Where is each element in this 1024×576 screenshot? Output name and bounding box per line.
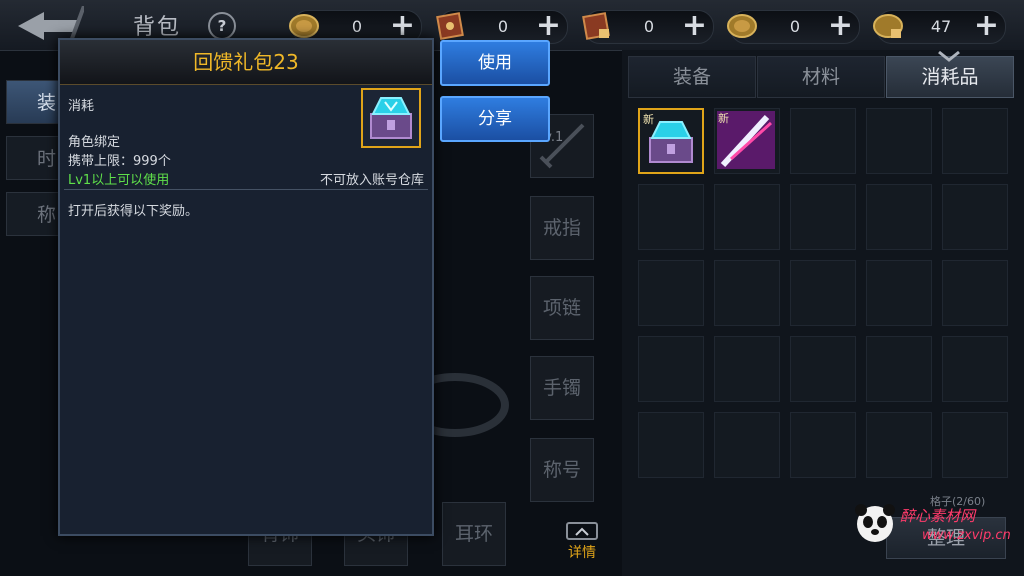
add-currency-button[interactable]: + <box>974 10 999 42</box>
currency-value: 0 <box>497 17 509 36</box>
item-detail-popup: 回馈礼包23 消耗 角色绑定 携带上限：999个 Lv1以上可以使用 不可放入账… <box>58 38 434 536</box>
tab-materials[interactable]: 材料 <box>757 56 885 98</box>
empty-slot[interactable] <box>714 412 780 478</box>
item-level-requirement: Lv1以上可以使用 <box>68 173 170 188</box>
equip-slot-bracelet[interactable]: 手镯 <box>530 356 594 420</box>
currency-coin: 0 + <box>727 10 860 44</box>
equip-slot-necklace[interactable]: 项链 <box>530 276 594 340</box>
details-label: 详情 <box>568 545 596 561</box>
empty-slot[interactable] <box>638 184 704 250</box>
scroll-icon <box>436 12 464 40</box>
item-carry-limit: 携带上限：999个 <box>68 154 171 169</box>
chevron-up-icon <box>566 522 598 540</box>
locked-coin-icon <box>873 14 903 38</box>
details-button[interactable]: 详情 <box>566 522 598 562</box>
empty-slot[interactable] <box>866 184 932 250</box>
empty-slot[interactable] <box>638 336 704 402</box>
coin-icon <box>727 14 757 38</box>
item-type: 消耗 <box>68 99 95 114</box>
currency-value: 0 <box>789 17 801 36</box>
new-badge: 新 <box>718 112 729 125</box>
watermark-text: 醉心素材网 <box>900 507 976 525</box>
item-icon <box>361 88 421 148</box>
tab-indicator-icon <box>938 50 960 62</box>
empty-slot[interactable] <box>866 108 932 174</box>
divider <box>64 189 428 190</box>
empty-slot[interactable] <box>866 336 932 402</box>
help-button[interactable]: ? <box>208 12 236 40</box>
empty-slot[interactable] <box>638 412 704 478</box>
left-tab-title[interactable]: 称 <box>6 192 60 236</box>
equip-slot-ring[interactable]: 戒指 <box>530 196 594 260</box>
item-bind: 角色绑定 <box>68 135 121 150</box>
empty-slot[interactable] <box>866 260 932 326</box>
panda-logo-icon <box>855 504 895 542</box>
item-description: 打开后获得以下奖励。 <box>68 204 199 219</box>
watermark-url: www.zxvip.cn <box>922 528 1011 543</box>
use-button[interactable]: 使用 <box>440 40 550 86</box>
popup-title: 回馈礼包23 <box>60 40 432 85</box>
inventory-item-slot[interactable]: 新 <box>714 108 780 174</box>
empty-slot[interactable] <box>790 184 856 250</box>
item-warehouse-note: 不可放入账号仓库 <box>319 173 424 188</box>
empty-slot[interactable] <box>942 260 1008 326</box>
empty-slot[interactable] <box>714 184 780 250</box>
left-tab-fashion[interactable]: 时 <box>6 136 60 180</box>
empty-slot[interactable] <box>790 108 856 174</box>
empty-slot[interactable] <box>638 260 704 326</box>
new-badge: 新 <box>643 113 654 126</box>
currency-value: 47 <box>930 17 952 36</box>
tab-consumables[interactable]: 消耗品 <box>886 56 1014 98</box>
tab-equipment[interactable]: 装备 <box>628 56 756 98</box>
share-button[interactable]: 分享 <box>440 96 550 142</box>
empty-slot[interactable] <box>790 260 856 326</box>
empty-slot[interactable] <box>790 412 856 478</box>
add-currency-button[interactable]: + <box>828 10 853 42</box>
page-title: 背包 <box>133 15 182 40</box>
empty-slot[interactable] <box>714 260 780 326</box>
empty-slot[interactable] <box>942 184 1008 250</box>
empty-slot[interactable] <box>714 336 780 402</box>
empty-slot[interactable] <box>942 412 1008 478</box>
add-currency-button[interactable]: + <box>536 10 561 42</box>
add-currency-button[interactable]: + <box>682 10 707 42</box>
currency-value: 0 <box>351 17 363 36</box>
empty-slot[interactable] <box>942 108 1008 174</box>
locked-scroll-icon <box>582 12 610 40</box>
currency-locked-scroll: 0 + <box>582 10 714 44</box>
empty-slot[interactable] <box>942 336 1008 402</box>
left-tab-equipment[interactable]: 装 <box>6 80 60 124</box>
currency-scroll: 0 + <box>436 10 568 44</box>
empty-slot[interactable] <box>866 412 932 478</box>
empty-slot[interactable] <box>790 336 856 402</box>
currency-locked-coin: 47 + <box>873 10 1006 44</box>
equip-slot-earring[interactable]: 耳环 <box>442 502 506 566</box>
equip-slot-title[interactable]: 称号 <box>530 438 594 502</box>
currency-value: 0 <box>643 17 655 36</box>
inventory-item-slot[interactable]: 新 <box>638 108 704 174</box>
gift-chest-icon <box>370 97 412 139</box>
